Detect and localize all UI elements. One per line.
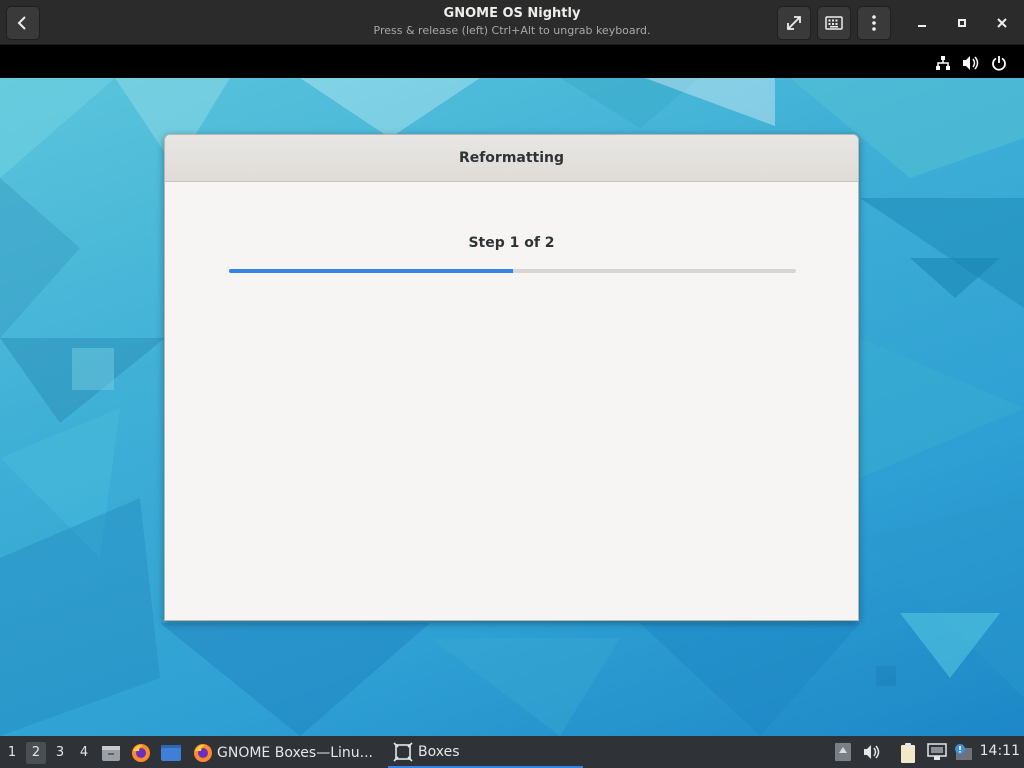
progress-fill (229, 269, 513, 273)
menu-button[interactable] (857, 6, 891, 40)
fullscreen-button[interactable] (777, 6, 811, 40)
task-label: GNOME Boxes—Linu... (217, 745, 374, 761)
reformatting-dialog: Reformatting Step 1 of 2 (164, 134, 859, 621)
fullscreen-icon (787, 16, 801, 30)
guest-top-bar (0, 46, 1024, 78)
volume-icon[interactable] (962, 54, 980, 72)
workspace-2[interactable]: 2 (26, 742, 46, 764)
keyboard-icon (825, 16, 843, 30)
maximize-button[interactable] (945, 6, 979, 40)
back-button[interactable] (6, 6, 40, 40)
minimize-button[interactable] (905, 6, 939, 40)
clock[interactable]: 14:11 (980, 743, 1020, 759)
back-icon (17, 16, 26, 30)
task-label: Boxes (418, 744, 460, 760)
maximize-icon (958, 19, 966, 27)
task-boxes[interactable]: Boxes (388, 738, 583, 768)
workspace-3[interactable]: 3 (50, 742, 70, 764)
guest-desktop: Reformatting Step 1 of 2 (0, 78, 1024, 736)
tray-notification-icon[interactable] (952, 742, 974, 764)
files-launcher-icon[interactable] (100, 742, 122, 764)
network-icon[interactable] (934, 54, 952, 72)
close-icon (997, 18, 1007, 28)
keyboard-button[interactable] (817, 6, 851, 40)
tray-network-icon[interactable] (926, 742, 948, 764)
tray-clipboard-icon[interactable] (898, 742, 920, 764)
firefox-launcher-icon[interactable] (130, 742, 152, 764)
task-gnome-boxes-browser[interactable]: GNOME Boxes—Linu... (192, 738, 373, 768)
menu-icon (872, 15, 876, 31)
boxes-icon (393, 742, 413, 762)
dialog-title: Reformatting (165, 135, 858, 182)
window-title: GNOME OS Nightly (443, 6, 581, 21)
boxes-headerbar: GNOME OS Nightly Press & release (left) … (0, 0, 1024, 45)
desktop-launcher-icon[interactable] (160, 742, 182, 764)
power-icon[interactable] (990, 54, 1008, 72)
firefox-icon (194, 744, 212, 762)
progress-bar (229, 269, 796, 273)
tray-volume-icon[interactable] (862, 742, 884, 764)
window-subtitle: Press & release (left) Ctrl+Alt to ungra… (373, 24, 651, 37)
workspace-4[interactable]: 4 (74, 742, 94, 764)
close-button[interactable] (985, 6, 1019, 40)
guest-taskbar: 1 2 3 4 GNOME Boxes—Linu... Boxes 14:11 (0, 736, 1024, 768)
workspace-1[interactable]: 1 (2, 742, 22, 764)
tray-updates-icon[interactable] (834, 742, 856, 764)
step-label: Step 1 of 2 (468, 235, 555, 251)
minimize-icon (918, 25, 926, 27)
